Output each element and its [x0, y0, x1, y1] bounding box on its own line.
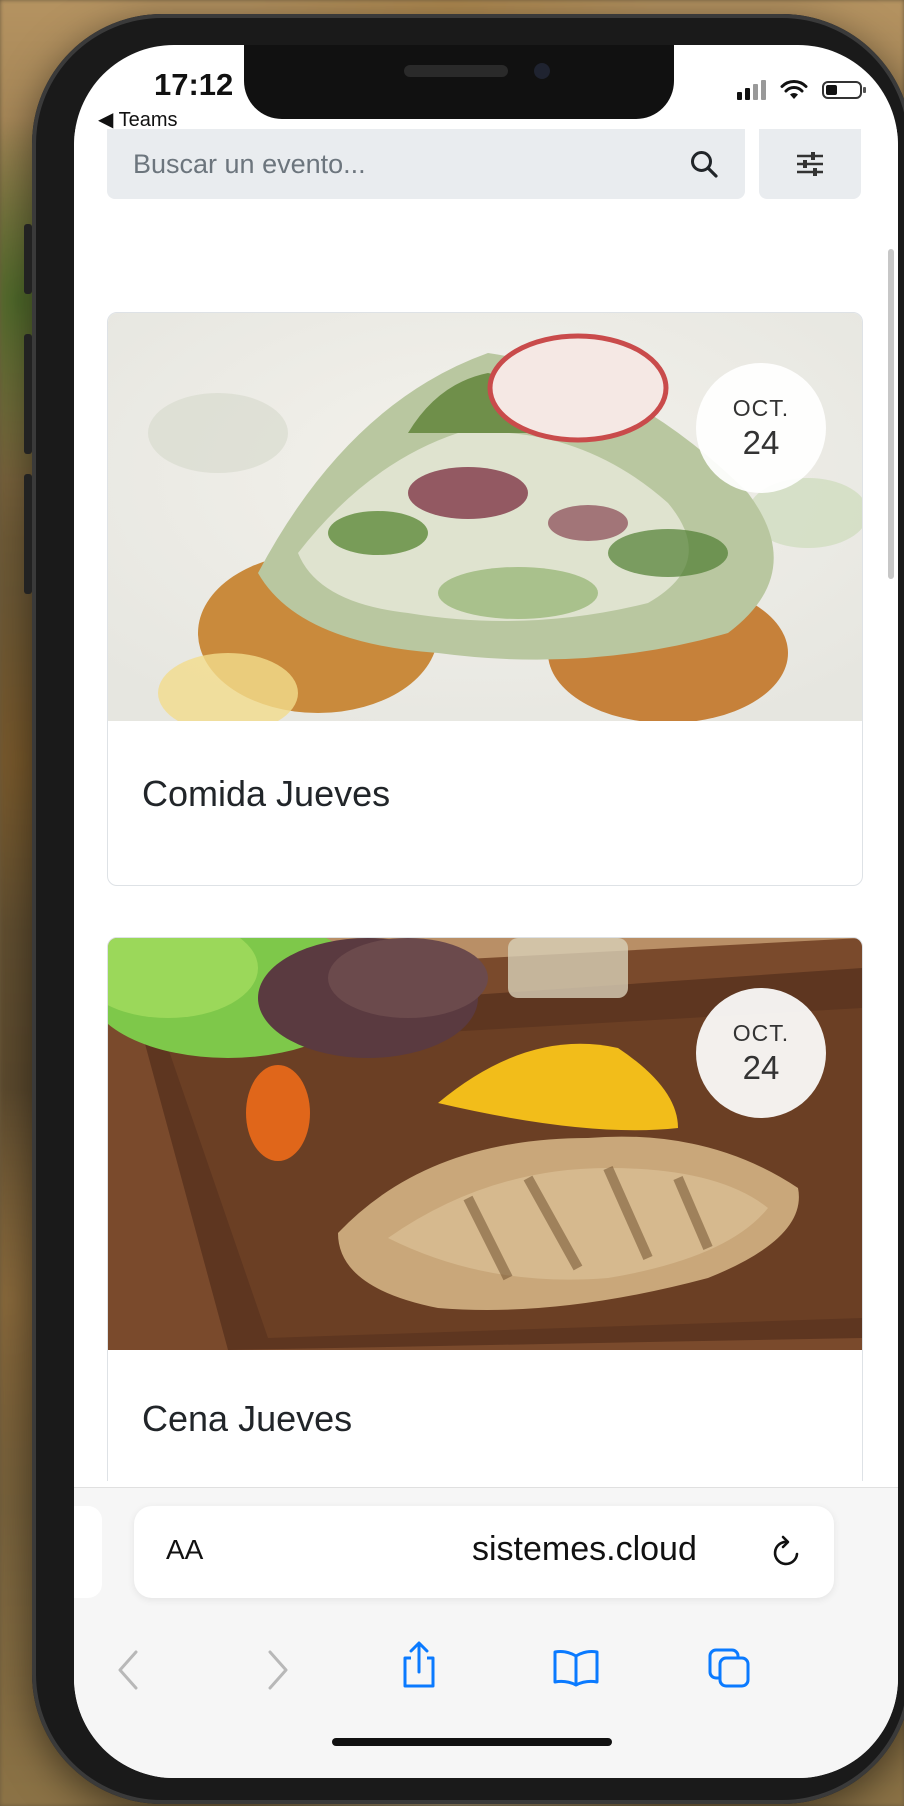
home-indicator[interactable] [332, 1738, 612, 1746]
text-size-button[interactable]: AA [166, 1534, 203, 1566]
notch [244, 45, 674, 119]
event-title[interactable]: Comida Jueves [142, 773, 390, 815]
address-bar[interactable]: AA sistemes.cloud [134, 1506, 834, 1598]
search-placeholder: Buscar un evento... [133, 148, 366, 179]
page-content: Buscar un evento... OCT. 24 Comida Jueve… [74, 129, 898, 1481]
event-card[interactable]: OCT. 24 Cena Jueves [107, 937, 863, 1481]
date-month: OCT. [732, 1019, 790, 1046]
camera [534, 63, 550, 79]
search-row: Buscar un evento... [107, 129, 861, 199]
scrollbar[interactable] [888, 249, 894, 579]
event-photo-salad: OCT. 24 [108, 313, 862, 721]
event-photo-fish: OCT. 24 [108, 938, 862, 1350]
forward-chevron-icon[interactable] [264, 1648, 292, 1692]
event-title[interactable]: Cena Jueves [142, 1398, 352, 1440]
sliders-icon [797, 152, 823, 176]
date-month: OCT. [732, 394, 790, 421]
date-badge: OCT. 24 [696, 363, 826, 493]
search-icon[interactable] [689, 149, 719, 179]
speaker [404, 65, 508, 77]
filter-button[interactable] [759, 129, 861, 199]
status-icons [737, 79, 866, 101]
date-day: 24 [742, 1048, 780, 1086]
browser-bottom-bar: AA sistemes.cloud [74, 1487, 898, 1778]
date-badge: OCT. 24 [696, 988, 826, 1118]
cellular-signal-icon [737, 80, 766, 100]
search-input[interactable]: Buscar un evento... [107, 129, 745, 199]
previous-tab-preview[interactable] [74, 1506, 102, 1598]
volume-up-button [24, 334, 32, 454]
tabs-icon[interactable] [706, 1646, 752, 1690]
back-chevron-icon[interactable] [114, 1648, 142, 1692]
status-time: 17:12 [154, 67, 234, 102]
wifi-icon [780, 80, 808, 99]
url-text: sistemes.cloud [472, 1530, 697, 1568]
battery-icon [822, 81, 866, 99]
phone-screen: 17:12 ◀ Teams Buscar un evento... OCT. 2… [74, 45, 898, 1778]
bookmarks-icon[interactable] [551, 1648, 601, 1688]
event-card[interactable]: OCT. 24 Comida Jueves [107, 312, 863, 886]
reload-icon[interactable] [770, 1532, 804, 1570]
date-day: 24 [742, 423, 780, 461]
volume-down-button [24, 474, 32, 594]
mute-switch [24, 224, 32, 294]
share-icon[interactable] [399, 1640, 439, 1690]
